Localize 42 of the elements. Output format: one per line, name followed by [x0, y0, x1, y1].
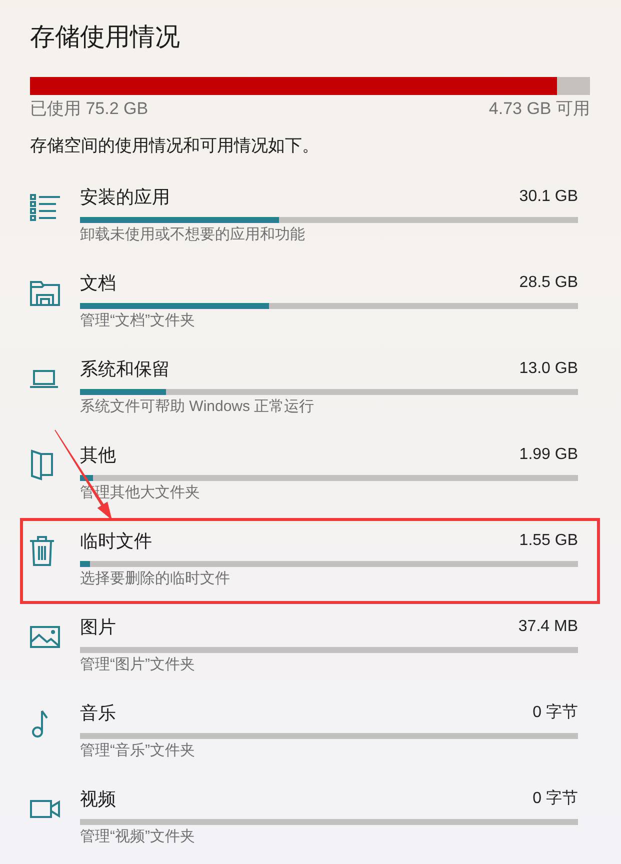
category-description: 系统文件可帮助 Windows 正常运行 [80, 397, 314, 417]
category-description: 卸载未使用或不想要的应用和功能 [80, 225, 305, 245]
description-text: 存储空间的使用情况和可用情况如下。 [30, 135, 319, 157]
storage-category[interactable]: 图片 37.4 MB 管理“图片”文件夹 [20, 604, 600, 690]
category-name: 临时文件 [80, 530, 152, 552]
image-icon [30, 626, 60, 648]
free-space-text: 4.73 GB 可用 [488, 98, 590, 120]
storage-category[interactable]: 音乐 0 字节 管理“音乐”文件夹 [20, 690, 600, 776]
category-name: 图片 [80, 616, 116, 638]
page-title: 存储使用情况 [30, 22, 180, 53]
storage-category[interactable]: 视频 0 字节 管理“视频”文件夹 [20, 776, 600, 862]
category-name: 其他 [80, 444, 116, 466]
category-size: 1.55 GB [519, 531, 578, 551]
storage-category[interactable]: 文档 28.5 GB 管理“文档”文件夹 [20, 260, 600, 346]
music-note-icon [30, 709, 48, 737]
folded-document-icon [30, 450, 54, 480]
category-description: 管理“音乐”文件夹 [80, 741, 195, 761]
category-name: 系统和保留 [80, 358, 170, 380]
category-name: 文档 [80, 272, 116, 294]
category-name: 安装的应用 [80, 186, 170, 208]
category-size: 0 字节 [532, 702, 578, 723]
storage-category[interactable]: 安装的应用 30.1 GB 卸载未使用或不想要的应用和功能 [20, 174, 600, 260]
category-description: 选择要删除的临时文件 [80, 569, 230, 589]
category-description: 管理“视频”文件夹 [80, 827, 195, 847]
category-name: 音乐 [80, 702, 116, 724]
list-icon [30, 194, 60, 220]
category-size: 28.5 GB [519, 273, 578, 293]
category-description: 管理“文档”文件夹 [80, 311, 195, 331]
category-size: 30.1 GB [519, 187, 578, 207]
used-space-text: 已使用 75.2 GB [30, 98, 148, 120]
category-description: 管理“图片”文件夹 [80, 655, 195, 675]
category-size: 1.99 GB [519, 445, 578, 465]
video-camera-icon [30, 800, 60, 818]
category-name: 视频 [80, 788, 116, 810]
folder-icon [30, 280, 60, 306]
storage-category[interactable]: 系统和保留 13.0 GB 系统文件可帮助 Windows 正常运行 [20, 346, 600, 432]
storage-category[interactable]: 临时文件 1.55 GB 选择要删除的临时文件 [20, 518, 600, 604]
category-size: 0 字节 [532, 788, 578, 809]
category-size: 37.4 MB [518, 617, 578, 637]
category-size: 13.0 GB [519, 359, 578, 379]
laptop-icon [30, 370, 58, 388]
trash-icon [30, 536, 54, 566]
